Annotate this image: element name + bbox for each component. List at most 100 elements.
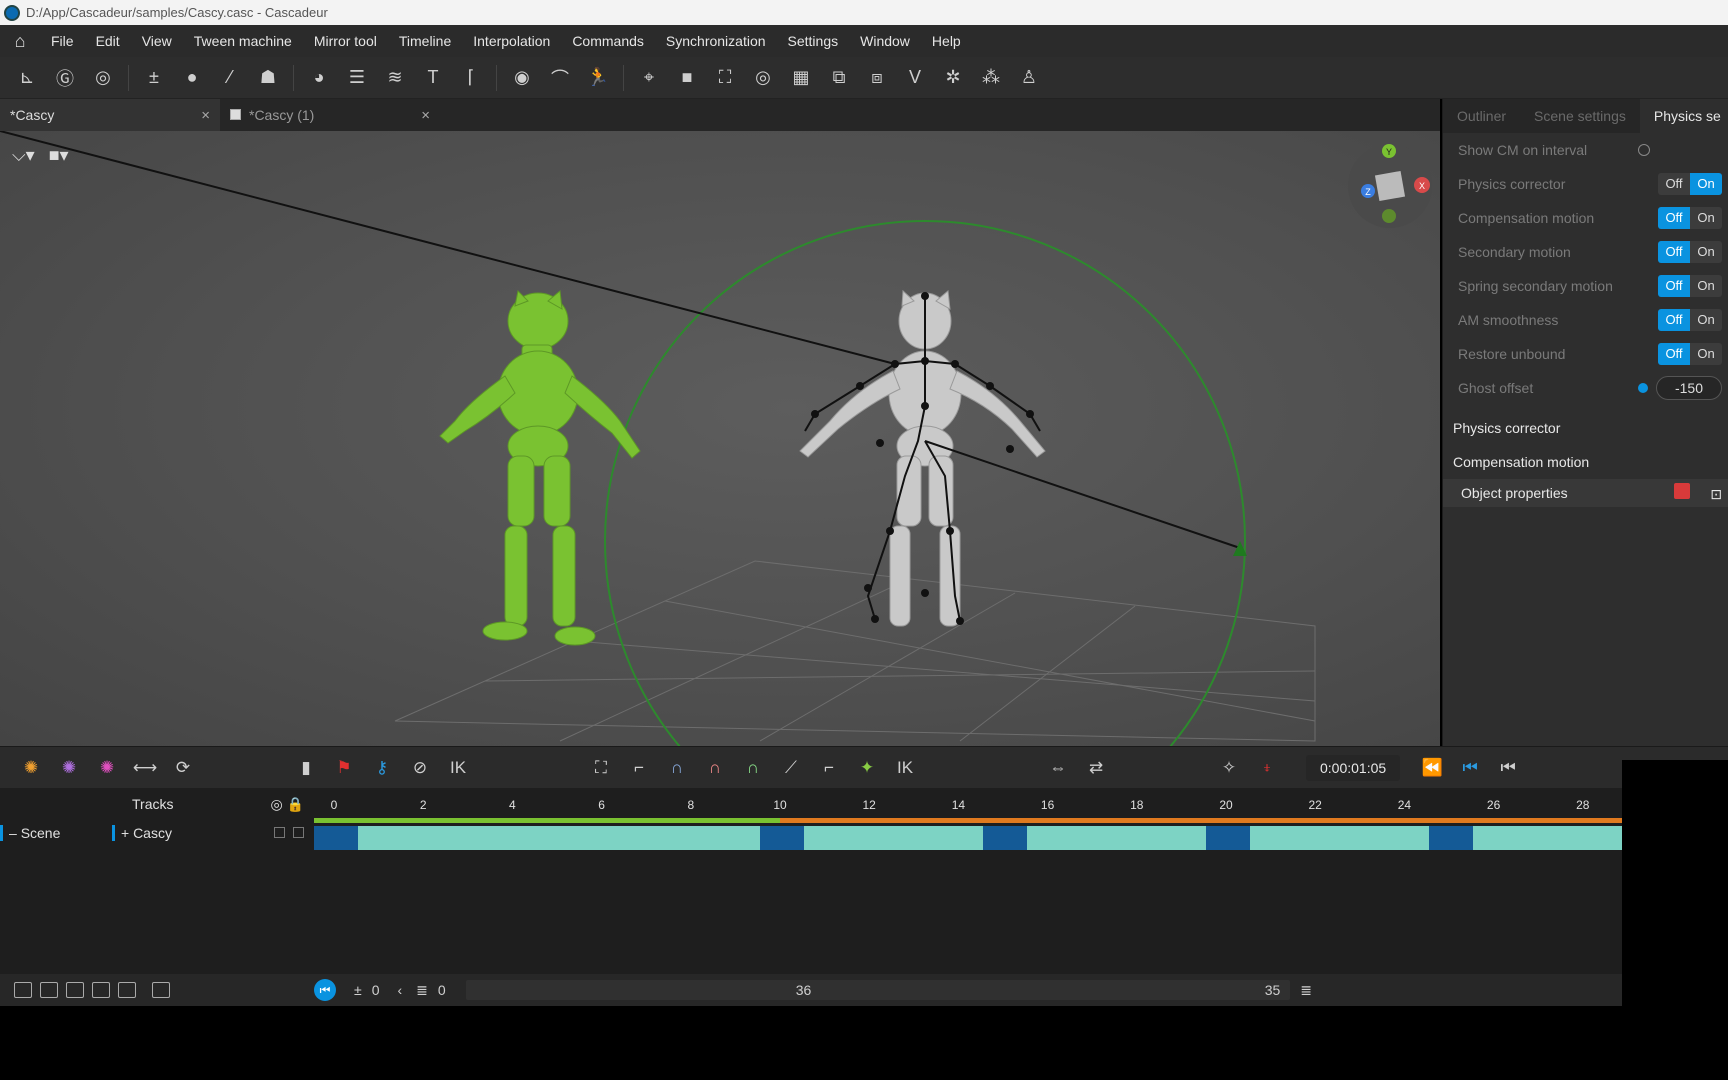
menu-file[interactable]: File bbox=[40, 25, 85, 57]
toggle-on[interactable]: On bbox=[1690, 275, 1722, 297]
time-display[interactable]: 0:00:01:05 bbox=[1306, 754, 1401, 781]
previous-frame-icon[interactable]: ⏮ bbox=[1494, 754, 1522, 782]
ik-fk-icon[interactable]: IK bbox=[891, 754, 919, 782]
character-icon[interactable]: ☗ bbox=[253, 63, 283, 93]
interpolation-list-icon[interactable]: ☰ bbox=[342, 63, 372, 93]
run-pose-icon[interactable]: 🏃 bbox=[583, 63, 613, 93]
swap-icon[interactable]: ⇄ bbox=[1082, 754, 1110, 782]
toggle-off[interactable]: Off bbox=[1658, 241, 1690, 263]
keyframe-all-icon[interactable]: ✺ bbox=[17, 754, 45, 782]
cascy-track[interactable]: + Cascy bbox=[112, 825, 314, 841]
rewind-icon[interactable]: ⏪ bbox=[1418, 754, 1446, 782]
current-frame[interactable]: 0 bbox=[428, 982, 456, 998]
checkbox-icon[interactable] bbox=[293, 827, 304, 838]
step-icon[interactable]: ± bbox=[139, 63, 169, 93]
toggle-off[interactable]: Off bbox=[1658, 309, 1690, 331]
track-row[interactable]: – Scene + Cascy bbox=[0, 820, 314, 846]
interpolation-mix-icon[interactable]: ≋ bbox=[380, 63, 410, 93]
text-tool-icon[interactable]: T bbox=[418, 63, 448, 93]
menu-edit[interactable]: Edit bbox=[85, 25, 131, 57]
new-folder-icon[interactable] bbox=[14, 982, 32, 998]
grid-box-icon[interactable]: ▦ bbox=[786, 63, 816, 93]
shield-v-icon[interactable]: V bbox=[900, 63, 930, 93]
ghost-offset-input[interactable]: -150 bbox=[1656, 376, 1722, 400]
visibility-icon[interactable]: ◎ bbox=[270, 796, 282, 812]
frame-range-bar[interactable]: 36 35 bbox=[465, 980, 1291, 1000]
grid-add-icon[interactable] bbox=[152, 982, 170, 998]
menu-settings[interactable]: Settings bbox=[777, 25, 850, 57]
toggle-on[interactable]: On bbox=[1690, 309, 1722, 331]
ragdoll-icon[interactable]: ♙ bbox=[1014, 63, 1044, 93]
secondary-motion-toggle[interactable]: Off On bbox=[1658, 241, 1722, 263]
spring-secondary-motion-toggle[interactable]: Off On bbox=[1658, 275, 1722, 297]
menu-commands[interactable]: Commands bbox=[561, 25, 655, 57]
import-icon[interactable] bbox=[118, 982, 136, 998]
tab-cascy[interactable]: *Cascy × bbox=[0, 99, 220, 131]
3d-viewport[interactable]: ⌵▾ ■▾ Y X Z bbox=[0, 131, 1440, 746]
focus-frame-icon[interactable]: ⛶ bbox=[710, 63, 740, 93]
auto-key-icon[interactable]: ✧ bbox=[1215, 754, 1243, 782]
disable-icon[interactable]: ⊘ bbox=[406, 754, 434, 782]
am-smoothness-toggle[interactable]: Off On bbox=[1658, 309, 1722, 331]
bracket-icon[interactable]: ⌈ bbox=[456, 63, 486, 93]
target-icon[interactable]: ⌖ bbox=[634, 63, 664, 93]
keyframe-dot-icon[interactable] bbox=[1638, 383, 1648, 393]
axes-icon[interactable]: ⊾ bbox=[12, 63, 42, 93]
tab-cascy-1[interactable]: *Cascy (1) × bbox=[220, 99, 440, 131]
pin-icon[interactable]: ⁄ bbox=[215, 63, 245, 93]
frame-fit-icon[interactable]: ⛶ bbox=[587, 754, 615, 782]
chevron-left-icon[interactable]: ‹ bbox=[397, 982, 402, 998]
global-local-icon[interactable]: Ⓖ bbox=[50, 63, 80, 93]
smooth-curve-icon[interactable]: ∩ bbox=[739, 754, 767, 782]
shape-icon[interactable]: ◕ bbox=[304, 63, 334, 93]
refresh-icon[interactable]: ⟳ bbox=[169, 754, 197, 782]
close-icon[interactable]: × bbox=[421, 107, 430, 124]
home-icon[interactable]: ⌂ bbox=[0, 31, 40, 52]
go-to-start-icon[interactable]: ⏮ bbox=[1456, 754, 1484, 782]
flag-icon[interactable]: ⚑ bbox=[330, 754, 358, 782]
orientation-gizmo[interactable]: Y X Z bbox=[1345, 141, 1435, 231]
rings-icon[interactable]: ◎ bbox=[748, 63, 778, 93]
ik-icon[interactable]: IK bbox=[444, 754, 472, 782]
menu-timeline[interactable]: Timeline bbox=[388, 25, 462, 57]
tab-scene-settings[interactable]: Scene settings bbox=[1520, 99, 1640, 133]
stepped-curve-icon[interactable]: ⌐ bbox=[815, 754, 843, 782]
menu-synchronization[interactable]: Synchronization bbox=[655, 25, 777, 57]
remove-track-icon[interactable] bbox=[66, 982, 84, 998]
footprints-icon[interactable]: ⁂ bbox=[976, 63, 1006, 93]
add-track-icon[interactable] bbox=[40, 982, 58, 998]
menu-window[interactable]: Window bbox=[849, 25, 921, 57]
tab-outliner[interactable]: Outliner bbox=[1443, 99, 1520, 133]
lock-arc-icon[interactable]: ⌒ bbox=[545, 63, 575, 93]
add-layer-icon[interactable]: ⧉ bbox=[824, 63, 854, 93]
close-icon[interactable]: × bbox=[201, 107, 210, 124]
loop-interval-icon[interactable]: ⟷ bbox=[131, 754, 159, 782]
object-properties-header[interactable]: Object properties ⊡ bbox=[1443, 479, 1728, 507]
spiral-icon[interactable]: ◎ bbox=[88, 63, 118, 93]
menu-mirror-tool[interactable]: Mirror tool bbox=[303, 25, 388, 57]
physics-corrector-toggle[interactable]: Off On bbox=[1658, 173, 1722, 195]
toggle-off[interactable]: Off bbox=[1658, 207, 1690, 229]
toggle-on[interactable]: On bbox=[1690, 241, 1722, 263]
restore-unbound-toggle[interactable]: Off On bbox=[1658, 343, 1722, 365]
video-camera-icon[interactable]: ■ bbox=[672, 63, 702, 93]
camera-capture-icon[interactable]: ◉ bbox=[507, 63, 537, 93]
toggle-off[interactable]: Off bbox=[1658, 275, 1690, 297]
skeleton-icon[interactable]: ✲ bbox=[938, 63, 968, 93]
show-cm-radio[interactable] bbox=[1638, 144, 1650, 156]
point-icon[interactable]: ● bbox=[177, 63, 207, 93]
star-key-icon[interactable]: ✦ bbox=[853, 754, 881, 782]
split-interval-icon[interactable]: ▮ bbox=[292, 754, 320, 782]
clamped-curve-icon[interactable]: ∩ bbox=[701, 754, 729, 782]
step-curve-icon[interactable]: ⌐ bbox=[625, 754, 653, 782]
scene-track[interactable]: – Scene bbox=[0, 825, 112, 841]
lock-icon[interactable]: 🔒 bbox=[287, 796, 304, 812]
linear-curve-icon[interactable]: ⟋ bbox=[777, 754, 805, 782]
menu-tween-machine[interactable]: Tween machine bbox=[183, 25, 303, 57]
plus-minus-icon[interactable]: ± bbox=[354, 982, 362, 998]
toggle-on[interactable]: On bbox=[1690, 207, 1722, 229]
go-first-icon[interactable]: ⏮ bbox=[314, 979, 336, 1001]
menu-interpolation[interactable]: Interpolation bbox=[462, 25, 561, 57]
list-icon[interactable]: ≣ bbox=[416, 982, 428, 999]
duplicate-track-icon[interactable] bbox=[92, 982, 110, 998]
